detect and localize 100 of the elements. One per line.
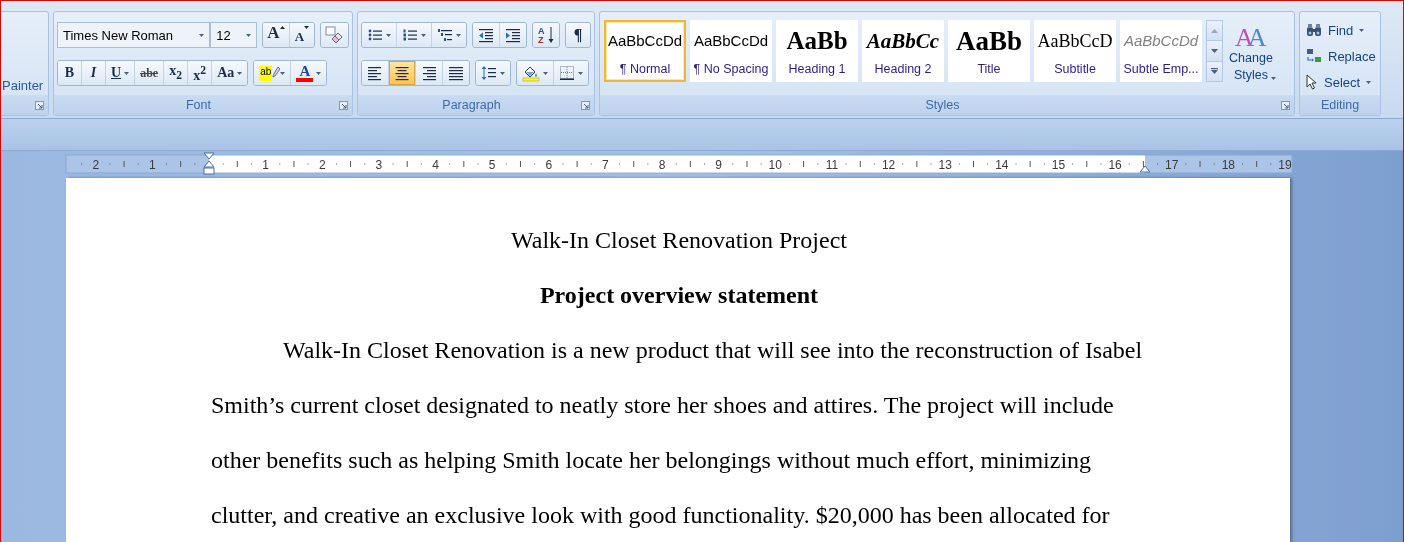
ruler-number: 2 bbox=[92, 157, 100, 172]
style-item[interactable]: AaBbCcDd ¶ Normal bbox=[604, 20, 686, 82]
ruler-number: 9 bbox=[715, 157, 722, 172]
bullet-list-icon bbox=[367, 27, 383, 43]
cursor-arrow-icon bbox=[1306, 74, 1318, 90]
ruler-number: 4 bbox=[432, 157, 439, 172]
caret-down-icon bbox=[304, 26, 310, 29]
ruler-number: 11 bbox=[825, 157, 839, 172]
style-preview: AaBb bbox=[786, 28, 848, 54]
ruler-number: 17 bbox=[1165, 157, 1179, 172]
body-paragraph: Walk-In Closet Renovation is a new product that will see into the reconstruction of Isabel Smith’s current closet designated to neatly store her shoes and attires. The project will include other benefits such as helping Smith locate her belongings without much effort, minimizing clutter, and creative an exclusive look with good functionality. $20,000 has been allocated for bbox=[211, 336, 1144, 530]
highlight-button[interactable]: ab bbox=[254, 61, 292, 85]
caret-icon bbox=[199, 33, 205, 37]
left-indent-marker[interactable] bbox=[203, 152, 215, 175]
replace-button[interactable]: Replace bbox=[1306, 46, 1380, 66]
align-right-icon bbox=[421, 65, 437, 81]
ruler-number: 12 bbox=[881, 157, 896, 172]
section-heading: Project overview statement bbox=[538, 281, 820, 310]
dialog-launcher-icon bbox=[339, 100, 348, 110]
bullets-button[interactable] bbox=[362, 23, 397, 47]
find-button[interactable]: Find bbox=[1306, 20, 1380, 40]
font-size-dropdown[interactable]: 12 bbox=[210, 22, 257, 48]
ruler-number: 8 bbox=[658, 157, 666, 172]
align-left-button[interactable] bbox=[362, 61, 389, 85]
decrease-indent-icon bbox=[478, 27, 494, 43]
ruler-number: 16 bbox=[1108, 157, 1122, 172]
document-title: Walk-In Closet Renovation Project bbox=[510, 226, 848, 255]
sort-button[interactable]: A Z bbox=[533, 23, 559, 47]
bold-button[interactable]: B bbox=[58, 61, 82, 85]
style-item[interactable]: AaBbCc Heading 2 bbox=[862, 20, 944, 82]
group-label: Font bbox=[185, 98, 212, 112]
show-marks-button[interactable]: ¶ bbox=[566, 23, 590, 47]
borders-icon bbox=[559, 65, 575, 81]
style-item[interactable]: AaBb Title bbox=[948, 20, 1030, 82]
caret-icon bbox=[1270, 77, 1276, 80]
style-item[interactable]: AaBbCcDd ¶ No Spacing bbox=[690, 20, 772, 82]
style-name: Title bbox=[977, 62, 1001, 76]
ruler-number: 18 bbox=[1221, 157, 1235, 172]
style-name: Heading 1 bbox=[788, 62, 846, 76]
font-name-dropdown[interactable]: Times New Roman bbox=[57, 22, 211, 48]
numbered-list-icon bbox=[402, 27, 418, 43]
eraser-icon bbox=[325, 26, 344, 44]
group-label: Styles bbox=[924, 98, 961, 112]
style-preview: AaBbCc bbox=[866, 28, 940, 54]
style-item[interactable]: AaBbCcDd Subtle Emp... bbox=[1120, 20, 1202, 82]
dialog-launcher-icon bbox=[35, 100, 44, 110]
style-name: ¶ Normal bbox=[619, 62, 671, 76]
ruler-number: 6 bbox=[545, 157, 553, 172]
ruler-number: 7 bbox=[602, 157, 609, 172]
style-item[interactable]: AaBb Heading 1 bbox=[776, 20, 858, 82]
change-styles-button[interactable]: AA Change Styles bbox=[1225, 12, 1277, 84]
multilevel-list-icon bbox=[437, 27, 453, 43]
dialog-launcher-icon bbox=[581, 100, 590, 110]
group-label: Editing bbox=[1319, 98, 1361, 112]
ruler-number: 13 bbox=[938, 157, 952, 172]
clear-formatting-button[interactable] bbox=[320, 23, 348, 47]
more-icon bbox=[1211, 68, 1218, 75]
line-spacing-button[interactable] bbox=[476, 61, 510, 85]
align-center-button[interactable] bbox=[389, 61, 416, 85]
ruler-number: 1 bbox=[262, 157, 269, 172]
paint-bucket-icon bbox=[522, 64, 540, 82]
style-name: Subtitle bbox=[1054, 62, 1096, 76]
grow-font-button[interactable]: A bbox=[263, 23, 290, 47]
style-item[interactable]: AaBbCcD Subtitle bbox=[1034, 20, 1116, 82]
ruler-number: 19 bbox=[1278, 157, 1292, 172]
align-left-icon bbox=[367, 65, 383, 81]
scroll-up-icon bbox=[1211, 28, 1218, 33]
ruler-number: 1 bbox=[149, 157, 156, 172]
caret-icon bbox=[246, 33, 251, 37]
ruler-number: 10 bbox=[768, 157, 782, 172]
align-center-icon bbox=[394, 65, 410, 81]
shading-button[interactable] bbox=[517, 61, 554, 85]
style-preview: AaBbCcDd bbox=[693, 31, 769, 51]
format-painter-button[interactable]: Painter bbox=[2, 78, 44, 93]
increase-indent-icon bbox=[505, 27, 521, 43]
ruler-number: 5 bbox=[488, 157, 496, 172]
style-preview: AaBb bbox=[956, 28, 1022, 54]
ruler-number: 2 bbox=[318, 157, 326, 172]
line-spacing-icon bbox=[481, 65, 497, 81]
scroll-down-icon bbox=[1211, 49, 1218, 53]
ruler-number: 14 bbox=[995, 157, 1009, 172]
ruler-number: 15 bbox=[1051, 157, 1066, 172]
right-indent-marker[interactable] bbox=[1139, 165, 1151, 173]
style-name: Subtle Emp... bbox=[1123, 62, 1199, 76]
justify-icon bbox=[448, 65, 464, 81]
dialog-launcher-icon bbox=[1281, 100, 1290, 110]
group-label: Paragraph bbox=[441, 98, 502, 112]
style-name: ¶ No Spacing bbox=[693, 62, 769, 76]
change-styles-icon: AA bbox=[1234, 20, 1268, 50]
binoculars-icon bbox=[1306, 23, 1322, 37]
ruler-number: 3 bbox=[375, 157, 383, 172]
gallery-scroll-down-button[interactable] bbox=[1207, 41, 1222, 62]
style-name: Heading 2 bbox=[874, 62, 932, 76]
decrease-indent-button[interactable] bbox=[473, 23, 500, 47]
select-button[interactable]: Select bbox=[1306, 72, 1380, 92]
caret-up-icon bbox=[279, 26, 285, 29]
style-preview: AaBbCcDd bbox=[607, 31, 683, 51]
style-preview: AaBbCcD bbox=[1037, 30, 1113, 53]
replace-icon bbox=[1306, 48, 1322, 64]
style-preview: AaBbCcDd bbox=[1123, 31, 1199, 51]
